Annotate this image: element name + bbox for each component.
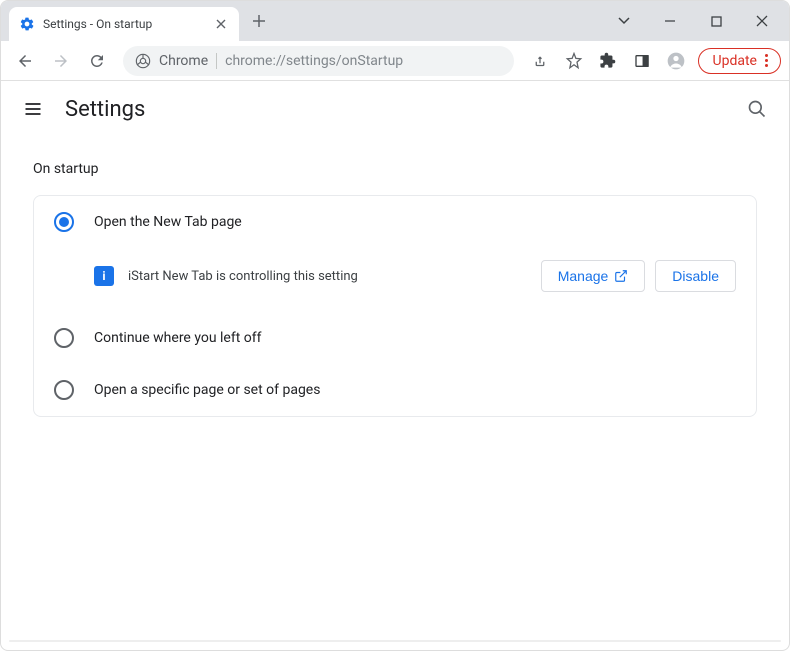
reload-button[interactable] [81, 45, 113, 77]
bottom-border [9, 640, 781, 642]
divider [216, 53, 217, 69]
radio-unchecked[interactable] [54, 328, 74, 348]
forward-button[interactable] [45, 45, 77, 77]
toolbar: Chrome chrome://settings/onStartup Updat… [1, 41, 789, 81]
tab-title: Settings - On startup [43, 17, 205, 31]
gear-icon [19, 16, 35, 32]
browser-tab[interactable]: Settings - On startup [9, 7, 239, 41]
extensions-icon[interactable] [592, 45, 624, 77]
option-label: Open a specific page or set of pages [94, 382, 320, 398]
address-bar[interactable]: Chrome chrome://settings/onStartup [123, 46, 514, 76]
update-label: Update [713, 53, 757, 69]
back-button[interactable] [9, 45, 41, 77]
external-link-icon [614, 269, 628, 283]
extension-actions: Manage Disable [541, 260, 736, 292]
share-icon[interactable] [524, 45, 556, 77]
option-label: Open the New Tab page [94, 214, 242, 230]
menu-dots-icon [765, 54, 768, 67]
section-title: On startup [33, 161, 757, 177]
close-icon[interactable] [213, 16, 229, 32]
bookmark-icon[interactable] [558, 45, 590, 77]
update-button[interactable]: Update [698, 48, 781, 74]
minimize-button[interactable] [647, 3, 693, 39]
window-controls [601, 3, 785, 39]
page-content: Settings On startup Open the New Tab pag… [1, 81, 789, 632]
omnibox-label: Chrome [159, 53, 208, 69]
radio-checked[interactable] [54, 212, 74, 232]
extension-message: iStart New Tab is controlling this setti… [128, 269, 527, 284]
close-button[interactable] [739, 3, 785, 39]
sidepanel-icon[interactable] [626, 45, 658, 77]
startup-card: Open the New Tab page i iStart New Tab i… [33, 195, 757, 417]
maximize-button[interactable] [693, 3, 739, 39]
manage-button[interactable]: Manage [541, 260, 646, 292]
option-continue[interactable]: Continue where you left off [34, 312, 756, 364]
option-label: Continue where you left off [94, 330, 262, 346]
menu-icon[interactable] [21, 97, 45, 121]
page-title: Settings [65, 97, 145, 122]
disable-label: Disable [672, 268, 719, 284]
option-specific[interactable]: Open a specific page or set of pages [34, 364, 756, 416]
chrome-window: Settings - On startup [0, 0, 790, 651]
on-startup-section: On startup Open the New Tab page i iStar… [1, 161, 789, 417]
manage-label: Manage [558, 268, 609, 284]
new-tab-button[interactable] [245, 7, 273, 35]
disable-button[interactable]: Disable [655, 260, 736, 292]
radio-unchecked[interactable] [54, 380, 74, 400]
omnibox-url: chrome://settings/onStartup [225, 53, 403, 69]
extension-notice: i iStart New Tab is controlling this set… [34, 248, 756, 312]
titlebar: Settings - On startup [1, 1, 789, 41]
toolbar-right: Update [524, 45, 781, 77]
content-header: Settings [1, 81, 789, 137]
extension-icon: i [94, 266, 114, 286]
chevron-down-icon[interactable] [601, 3, 647, 39]
profile-icon[interactable] [660, 45, 692, 77]
option-new-tab[interactable]: Open the New Tab page [34, 196, 756, 248]
chrome-icon [135, 53, 151, 69]
search-icon[interactable] [745, 97, 769, 121]
